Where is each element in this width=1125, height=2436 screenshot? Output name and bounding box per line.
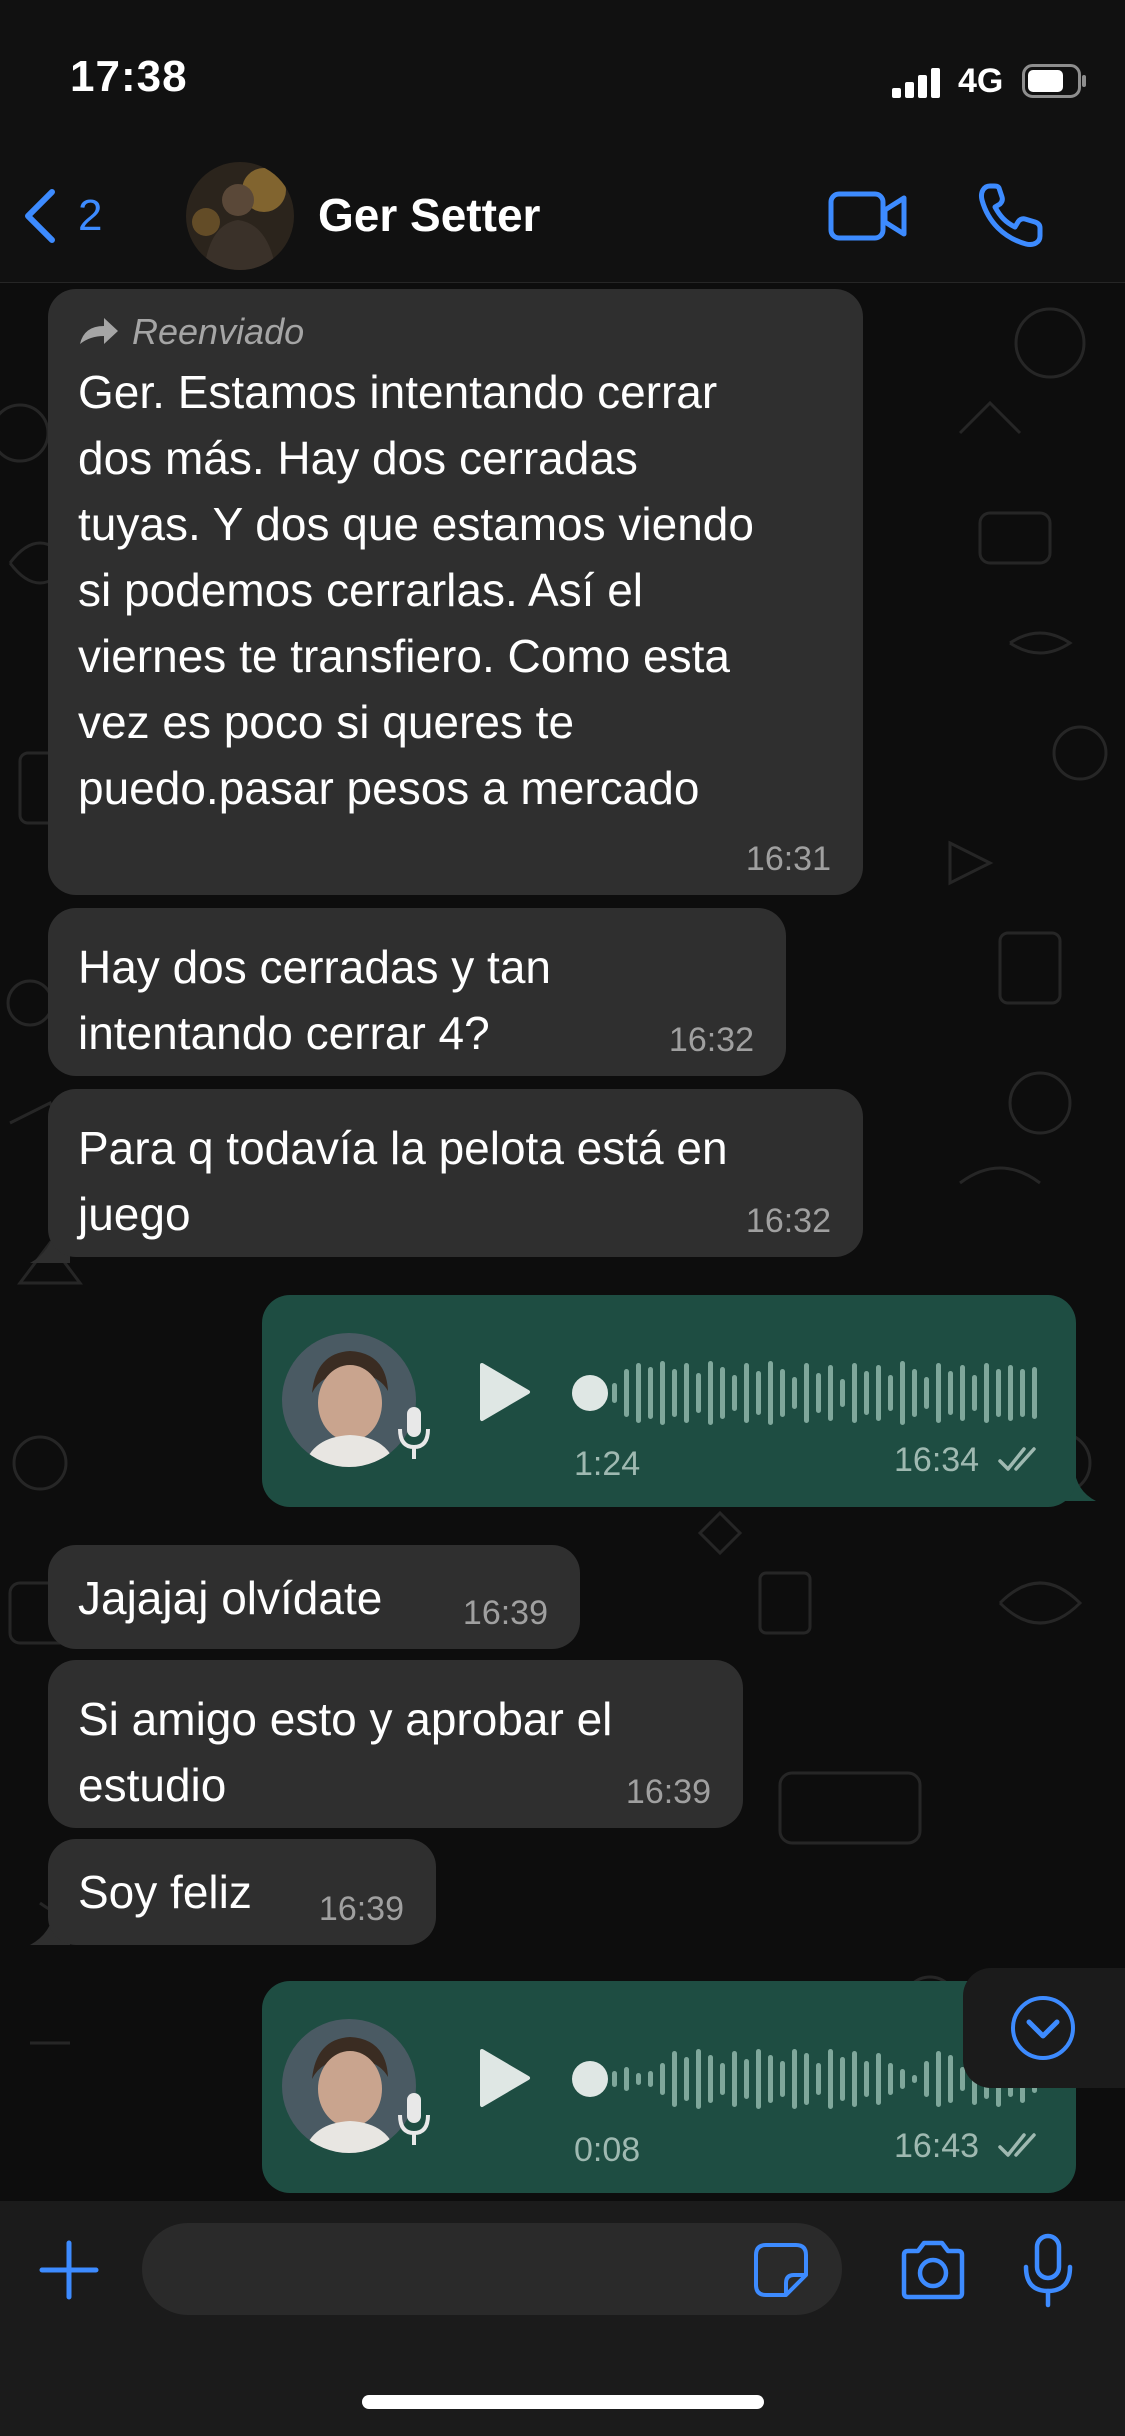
message-line: puedo.pasar pesos a mercado [78,762,700,814]
chevron-down-circle-icon [1011,1996,1075,2060]
voice-message[interactable]: 1:24 16:34 [262,1295,1076,1507]
message-text: Soy feliz [78,1859,252,1925]
chat-area[interactable]: Reenviado Ger. Estamos intentando cerrar… [0,283,1125,2201]
microphone-icon [398,1407,430,1459]
status-time: 17:38 [70,52,188,101]
message-time: 16:39 [462,1594,548,1632]
double-check-icon [998,1447,1036,1471]
play-icon[interactable] [476,2047,532,2109]
message-line: Si amigo esto y aprobar el [78,1693,613,1745]
message-line: vez es poco si queres te [78,696,575,748]
video-camera-icon[interactable] [828,186,908,246]
play-icon[interactable] [476,1361,532,1423]
message-text: Para q todavía la pelota está en juego [78,1115,728,1247]
voice-message[interactable]: 0:08 16:43 [262,1981,1076,2193]
microphone-icon[interactable] [1020,2233,1076,2309]
contact-avatar[interactable] [186,162,294,270]
message-line: Para q todavía la pelota está en [78,1122,728,1174]
voice-duration: 1:24 [574,1445,641,1483]
message-text: Ger. Estamos intentando cerrar dos más. … [78,359,754,821]
double-check-icon [998,2133,1036,2157]
message-bubble[interactable]: Para q todavía la pelota está en juego 1… [48,1089,863,1257]
chevron-left-icon [25,189,55,243]
unread-count: 2 [78,191,103,240]
message-line: estudio [78,1759,227,1811]
message-text: Hay dos cerradas y tan intentando cerrar… [78,934,551,1066]
message-line: Ger. Estamos intentando cerrar [78,366,718,418]
waveform[interactable] [612,1355,1042,1431]
message-line: Hay dos cerradas y tan [78,941,552,993]
message-time: 16:34 [894,1441,980,1479]
chat-header: 2 Ger Setter [0,150,1125,283]
message-time: 16:31 [745,840,831,878]
back-button[interactable]: 2 [20,186,102,246]
message-line: Jajajaj olvídate [78,1572,383,1624]
voice-duration: 0:08 [574,2131,641,2169]
battery-icon [1022,64,1086,98]
message-line: tuyas. Y dos que estamos viendo [78,498,754,550]
forwarded-indicator: Reenviado [78,311,304,353]
message-bubble[interactable]: Si amigo esto y aprobar el estudio 16:39 [48,1660,743,1828]
message-time: 16:32 [668,1021,754,1059]
message-bubble-forwarded[interactable]: Reenviado Ger. Estamos intentando cerrar… [48,289,863,895]
message-bubble[interactable]: Jajajaj olvídate 16:39 [48,1545,580,1649]
microphone-icon [398,2093,430,2145]
status-bar: 17:38 4G [0,0,1125,150]
forward-arrow-icon [80,318,118,344]
sticker-icon[interactable] [752,2241,810,2299]
message-input[interactable] [142,2223,842,2315]
message-bubble[interactable]: Hay dos cerradas y tan intentando cerrar… [48,908,786,1076]
plus-icon[interactable] [38,2239,100,2301]
message-line: juego [78,1188,191,1240]
message-time: 16:43 [894,2127,980,2165]
forwarded-label: Reenviado [132,311,305,352]
message-bubble[interactable]: Soy feliz 16:39 [48,1839,436,1945]
contact-name[interactable]: Ger Setter [318,188,540,242]
camera-icon[interactable] [898,2239,968,2301]
phone-icon[interactable] [976,180,1046,250]
message-text: Si amigo esto y aprobar el estudio [78,1686,612,1818]
message-line: viernes te transfiero. Como esta [78,630,730,682]
playback-scrubber[interactable] [572,1375,608,1411]
network-type: 4G [958,62,1004,100]
message-line: si podemos cerrarlas. Así el [78,564,644,616]
scroll-to-bottom-button[interactable] [963,1968,1125,2088]
message-text: Jajajaj olvídate [78,1565,382,1631]
message-time: 16:39 [625,1773,711,1811]
playback-scrubber[interactable] [572,2061,608,2097]
message-line: Soy feliz [78,1866,252,1918]
message-line: dos más. Hay dos cerradas [78,432,638,484]
home-indicator [362,2395,764,2409]
message-line: intentando cerrar 4? [78,1007,490,1059]
message-time: 16:32 [745,1202,831,1240]
signal-strength-icon [892,68,940,98]
message-time: 16:39 [318,1890,404,1928]
